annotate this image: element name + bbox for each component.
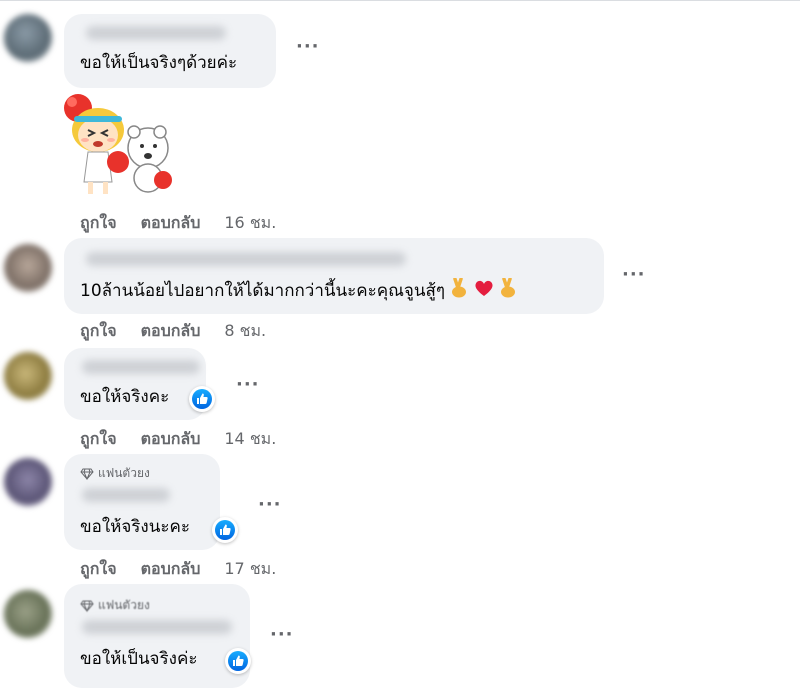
- diamond-icon: [80, 600, 94, 612]
- comment-actions: ถูกใจ ตอบกลับ 16 ชม.: [80, 211, 276, 236]
- comment-time[interactable]: 8 ชม.: [224, 319, 266, 344]
- avatar[interactable]: [4, 244, 52, 292]
- avatar[interactable]: [4, 14, 52, 62]
- commenter-name[interactable]: [82, 488, 170, 502]
- comment-time[interactable]: 16 ชม.: [224, 211, 276, 236]
- more-options-icon[interactable]: ···: [622, 266, 646, 284]
- avatar[interactable]: [4, 458, 52, 506]
- top-divider: [0, 0, 800, 1]
- like-link[interactable]: ถูกใจ: [80, 319, 117, 344]
- reply-link[interactable]: ตอบกลับ: [141, 427, 201, 452]
- more-options-icon[interactable]: ···: [296, 38, 320, 56]
- thumbs-up-icon: [197, 393, 208, 404]
- red-heart-icon: [474, 279, 494, 303]
- comment-bubble: ขอให้เป็นจริงๆด้วยค่ะ: [64, 14, 276, 88]
- comment-actions: ถูกใจ ตอบกลับ 8 ชม.: [80, 319, 266, 344]
- like-link[interactable]: ถูกใจ: [80, 427, 117, 452]
- like-reaction-badge[interactable]: [225, 648, 251, 674]
- like-link[interactable]: ถูกใจ: [80, 557, 117, 582]
- top-fan-badge[interactable]: แฟนตัวยง: [80, 464, 150, 483]
- comment-bubble: ขอให้จริงคะ: [64, 348, 206, 420]
- comment-time[interactable]: 17 ชม.: [224, 557, 276, 582]
- commenter-name[interactable]: [86, 26, 226, 40]
- comment-text: ขอให้เป็นจริงๆด้วยค่ะ: [80, 53, 238, 73]
- top-fan-badge[interactable]: แฟนตัวยง: [80, 596, 150, 615]
- commenter-name[interactable]: [86, 252, 406, 266]
- comment-text: ขอให้เป็นจริงค่ะ: [80, 649, 198, 669]
- thumbs-up-icon: [220, 524, 231, 535]
- comment-text-body: 10ล้านน้อยไปอยากให้ได้มากกว่านี้นะคะคุณจ…: [80, 281, 445, 301]
- reply-link[interactable]: ตอบกลับ: [141, 557, 201, 582]
- fan-badge-label: แฟนตัวยง: [98, 466, 150, 480]
- victory-hand-icon: [450, 277, 468, 304]
- commenter-name[interactable]: [82, 620, 232, 634]
- reply-link[interactable]: ตอบกลับ: [141, 319, 201, 344]
- like-link[interactable]: ถูกใจ: [80, 211, 117, 236]
- more-options-icon[interactable]: ···: [270, 626, 294, 644]
- diamond-icon: [80, 468, 94, 480]
- comment-bubble: 10ล้านน้อยไปอยากให้ได้มากกว่านี้นะคะคุณจ…: [64, 238, 604, 314]
- commenter-name[interactable]: [82, 360, 200, 374]
- like-reaction-badge[interactable]: [189, 386, 215, 412]
- more-options-icon[interactable]: ···: [258, 496, 282, 514]
- more-options-icon[interactable]: ···: [236, 376, 260, 394]
- comment-time[interactable]: 14 ชม.: [224, 427, 276, 452]
- reply-link[interactable]: ตอบกลับ: [141, 211, 201, 236]
- victory-hand-icon: [499, 277, 517, 304]
- fan-badge-label: แฟนตัวยง: [98, 598, 150, 612]
- comment-bubble: แฟนตัวยง ขอให้เป็นจริงค่ะ: [64, 584, 250, 688]
- like-reaction-badge[interactable]: [212, 517, 238, 543]
- comment-text: ขอให้จริงนะคะ: [80, 517, 190, 537]
- avatar[interactable]: [4, 590, 52, 638]
- avatar[interactable]: [4, 352, 52, 400]
- cheerleader-girl-and-bear-sticker: [60, 90, 180, 200]
- thumbs-up-icon: [233, 655, 244, 666]
- comment-bubble: แฟนตัวยง ขอให้จริงนะคะ: [64, 454, 220, 550]
- comment-actions: ถูกใจ ตอบกลับ 17 ชม.: [80, 557, 276, 582]
- comment-actions: ถูกใจ ตอบกลับ 14 ชม.: [80, 427, 276, 452]
- comment-text: ขอให้จริงคะ: [80, 387, 170, 407]
- comment-text: 10ล้านน้อยไปอยากให้ได้มากกว่านี้นะคะคุณจ…: [80, 277, 517, 304]
